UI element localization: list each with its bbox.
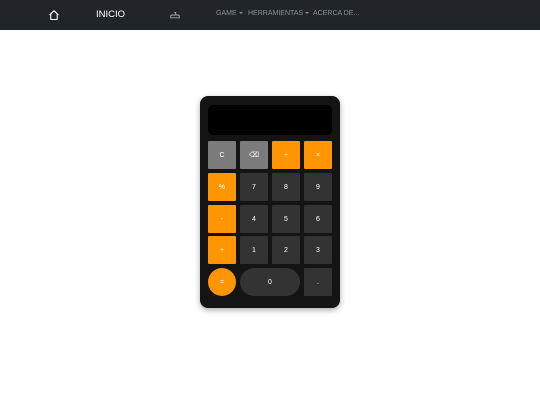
nav-herramientas-dropdown[interactable]: HERRAMIENTAS	[248, 10, 310, 17]
digit-4-button[interactable]: 4	[240, 205, 268, 233]
digit-0-button[interactable]: 0	[240, 268, 300, 296]
digit-1-button[interactable]: 1	[240, 236, 268, 264]
clear-button[interactable]: C	[208, 141, 236, 169]
calculator-display	[208, 105, 332, 135]
digit-6-button[interactable]: 6	[304, 205, 332, 233]
digit-3-button[interactable]: 3	[304, 236, 332, 264]
digit-9-button[interactable]: 9	[304, 173, 332, 201]
nav-game-label: GAME	[216, 10, 237, 17]
multiply-button[interactable]: ×	[304, 141, 332, 169]
equals-button[interactable]: =	[208, 268, 236, 296]
divide-button[interactable]: ÷	[272, 141, 300, 169]
digit-2-button[interactable]: 2	[272, 236, 300, 264]
decimal-button[interactable]: .	[304, 268, 332, 296]
home-icon[interactable]	[47, 8, 61, 22]
nav-game-dropdown[interactable]: GAME	[216, 10, 243, 17]
navbar: INICIO GAME HERRAMIENTAS ACERCA DE...	[0, 0, 540, 30]
calculator: C ⌫ ÷ × % 7 8 9 - 4 5 6 + 1 2 3 = 0 .	[200, 96, 340, 308]
chevron-down-icon	[238, 12, 243, 14]
plus-button[interactable]: +	[208, 236, 236, 264]
nav-brand-inicio[interactable]: INICIO	[96, 9, 125, 20]
digit-7-button[interactable]: 7	[240, 173, 268, 201]
nav-acerca-de-link[interactable]: ACERCA DE...	[313, 10, 359, 17]
gamepad-icon[interactable]	[169, 9, 181, 21]
nav-herramientas-label: HERRAMIENTAS	[248, 10, 304, 17]
backspace-button[interactable]: ⌫	[240, 141, 268, 169]
digit-5-button[interactable]: 5	[272, 205, 300, 233]
chevron-down-icon	[305, 12, 310, 14]
digit-8-button[interactable]: 8	[272, 173, 300, 201]
minus-button[interactable]: -	[208, 205, 236, 233]
percent-button[interactable]: %	[208, 173, 236, 201]
